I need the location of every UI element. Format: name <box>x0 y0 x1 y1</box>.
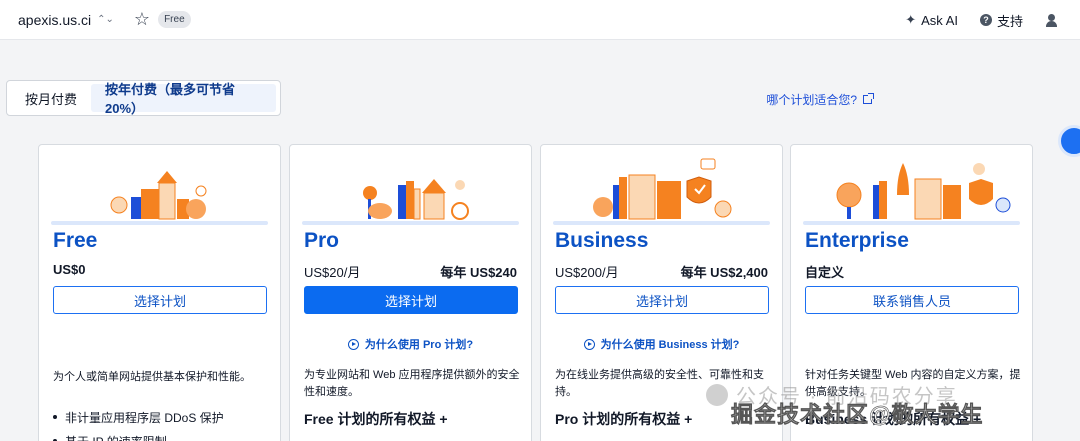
support-button[interactable]: ? 支持 <box>979 11 1023 30</box>
plan-name: Free <box>53 229 98 252</box>
monthly-billing-option[interactable]: 按月付费 <box>11 84 91 112</box>
annual-price: 每年 US$240 <box>440 265 517 280</box>
why-plan-label: 为什么使用 Business 计划? <box>600 339 740 351</box>
plan-price: 自定义 <box>805 265 845 280</box>
help-icon: ? <box>979 14 992 26</box>
plan-price: US$20/月 <box>304 265 361 280</box>
plan-card-pro: Pro US$20/月 每年 US$240 选择计划 为什么使用 Pro 计划?… <box>289 144 532 441</box>
contact-sales-button[interactable]: 联系销售人员 <box>805 286 1019 314</box>
benefits-heading: Free 计划的所有权益 + <box>304 411 448 427</box>
billing-toggle: 按月付费 按年付费（最多可节省 20%） <box>6 80 281 116</box>
select-plan-button[interactable]: 选择计划 <box>304 286 518 314</box>
sparkle-icon: ✦ <box>905 12 917 27</box>
play-circle-icon <box>347 338 359 350</box>
annual-price: 每年 US$2,400 <box>680 265 768 280</box>
user-icon <box>1045 13 1058 27</box>
plan-description: 为专业网站和 Web 应用程序提供额外的安全性和速度。 <box>304 369 520 398</box>
site-name: apexis.us.ci <box>18 11 92 28</box>
external-link-icon <box>863 93 874 104</box>
chat-bubble-icon[interactable] <box>1058 125 1080 157</box>
enterprise-plan-illustration <box>803 155 1020 225</box>
site-selector[interactable]: apexis.us.ci ⌃⌄ <box>18 12 114 28</box>
plan-description: 为个人或简单网站提供基本保护和性能。 <box>53 371 251 383</box>
which-plan-link[interactable]: 哪个计划适合您? <box>766 91 874 108</box>
wechat-logo-icon <box>706 383 728 406</box>
plan-badge: Free <box>158 11 191 28</box>
ask-ai-label: Ask AI <box>921 12 958 28</box>
pro-plan-illustration <box>302 155 519 225</box>
yearly-billing-option[interactable]: 按年付费（最多可节省 20%） <box>91 82 276 116</box>
why-plan-link[interactable]: 为什么使用 Pro 计划? <box>290 336 531 352</box>
ask-ai-button[interactable]: ✦ Ask AI <box>905 12 958 28</box>
select-plan-button[interactable]: 选择计划 <box>555 286 769 314</box>
watermark-line2: 掘金技术社区@敬大学生 <box>731 402 984 428</box>
plan-name: Enterprise <box>805 229 909 252</box>
plan-name: Business <box>555 229 649 252</box>
free-plan-illustration <box>51 155 268 225</box>
why-plan-label: 为什么使用 Pro 计划? <box>364 339 474 351</box>
top-bar: apexis.us.ci ⌃⌄ ☆ Free ✦ Ask AI ? 支持 <box>0 0 1080 40</box>
star-icon[interactable]: ☆ <box>134 9 150 30</box>
feature-list: 非计量应用程序层 DDoS 保护 基于 IP 的速率限制 <box>53 405 224 441</box>
benefits-heading: Pro 计划的所有权益 + <box>555 411 693 427</box>
support-label: 支持 <box>996 13 1023 29</box>
top-actions: ✦ Ask AI ? 支持 <box>905 0 1058 40</box>
play-circle-icon <box>583 338 595 350</box>
plan-price: US$0 <box>53 262 86 277</box>
account-button[interactable] <box>1045 13 1058 27</box>
plan-price: US$200/月 <box>555 265 619 280</box>
list-item: 非计量应用程序层 DDoS 保护 <box>53 405 224 429</box>
plan-card-free: Free US$0 选择计划 为个人或简单网站提供基本保护和性能。 非计量应用程… <box>38 144 281 441</box>
chevron-updown-icon: ⌃⌄ <box>97 14 114 25</box>
plan-name: Pro <box>304 229 340 252</box>
list-item: 基于 IP 的速率限制 <box>53 429 224 441</box>
why-plan-link[interactable]: 为什么使用 Business 计划? <box>541 336 782 352</box>
business-plan-illustration <box>553 155 770 225</box>
which-plan-label: 哪个计划适合您? <box>766 93 857 107</box>
select-plan-button[interactable]: 选择计划 <box>53 286 267 314</box>
